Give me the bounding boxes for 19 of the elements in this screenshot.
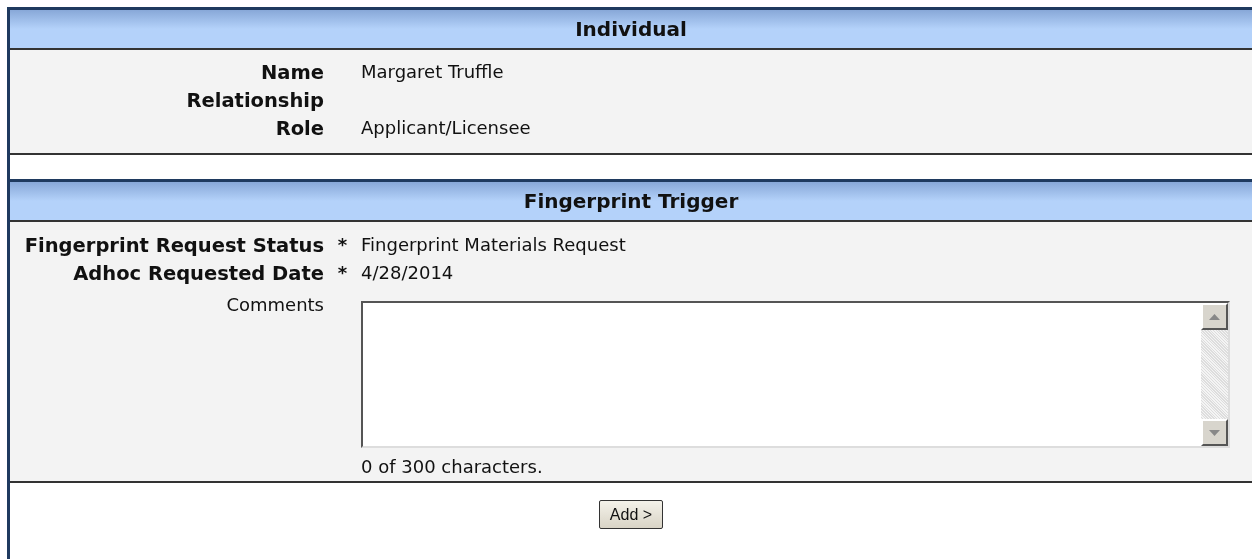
field-value: Applicant/Licensee	[361, 116, 531, 140]
field-value: 4/28/2014	[361, 261, 454, 285]
field-label: Comments	[225, 293, 324, 317]
required-mark: *	[337, 261, 348, 285]
field-value: Fingerprint Materials Request	[361, 233, 626, 257]
field-label: Adhoc Requested Date	[72, 261, 324, 287]
scroll-up-icon	[1201, 303, 1228, 330]
field-label: Relationship	[185, 88, 324, 114]
section-title: Fingerprint Trigger	[523, 188, 739, 215]
scroll-down-icon	[1201, 419, 1228, 446]
field-value: Margaret Truffle	[361, 60, 504, 84]
comments-field[interactable]	[361, 301, 1230, 448]
field-label: Fingerprint Request Status	[23, 233, 324, 259]
field-label: Role	[274, 116, 324, 142]
character-counter: 0 of 300 characters.	[361, 455, 544, 479]
add-button[interactable]: Add >	[598, 500, 664, 529]
required-mark: *	[337, 233, 348, 257]
field-label: Name	[259, 60, 324, 86]
section-title: Individual	[575, 16, 687, 43]
